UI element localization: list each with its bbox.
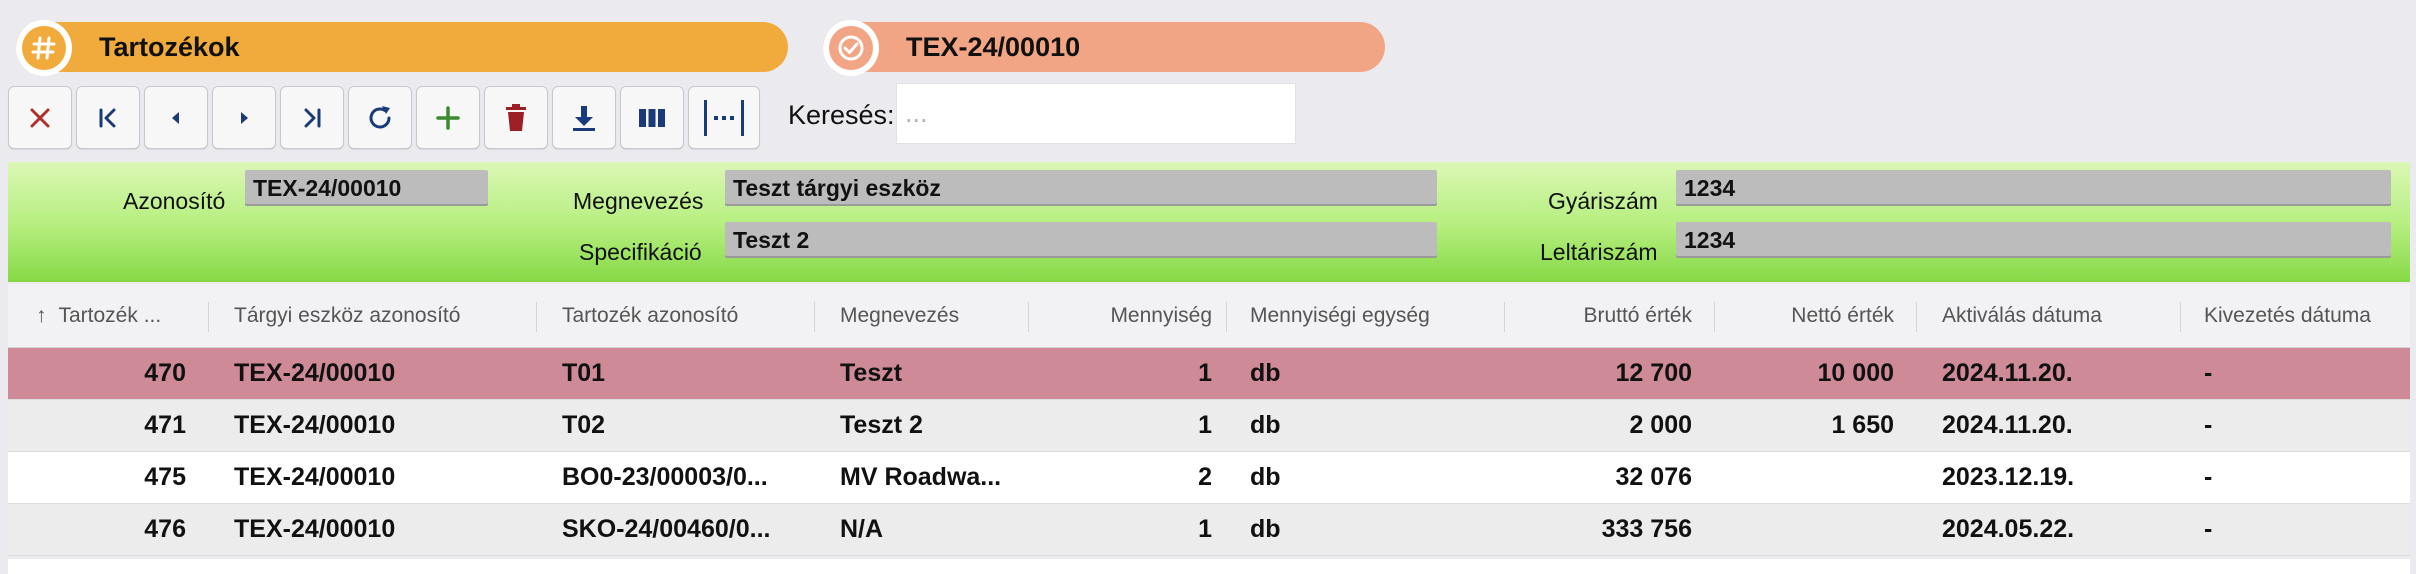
previous-record-button[interactable] bbox=[144, 86, 208, 149]
sort-ascending-icon: ↑ bbox=[36, 303, 47, 327]
leltariszam-label: Leltáriszám bbox=[1540, 239, 1658, 265]
table-row[interactable]: 475 TEX-24/00010 BO0-23/00003/0... MV Ro… bbox=[8, 452, 2410, 504]
previous-record-icon bbox=[172, 111, 179, 124]
accessories-table: ↑ Tartozék ... Tárgyi eszköz azonosító T… bbox=[8, 284, 2410, 556]
specifikacio-label: Specifikáció bbox=[579, 239, 702, 265]
azonosito-label: Azonosító bbox=[123, 188, 226, 214]
gyariszam-label: Gyáriszám bbox=[1548, 188, 1658, 214]
refresh-button[interactable] bbox=[348, 86, 412, 149]
download-icon bbox=[573, 105, 595, 131]
refresh-icon bbox=[369, 105, 391, 128]
first-record-button[interactable] bbox=[76, 86, 140, 149]
column-header-targyi-eszkoz[interactable]: Tárgyi eszköz azonosító bbox=[234, 284, 460, 347]
check-badge-icon bbox=[823, 20, 879, 76]
table-row[interactable]: 476 TEX-24/00010 SKO-24/00460/0... N/A 1… bbox=[8, 504, 2410, 556]
search-label: Keresés: bbox=[788, 100, 895, 130]
column-header-mennyiseg[interactable]: Mennyiség bbox=[1028, 284, 1212, 347]
column-header-tartozek-azonosito[interactable]: Tartozék azonosító bbox=[562, 284, 738, 347]
close-button[interactable] bbox=[8, 86, 72, 149]
fit-width-icon bbox=[704, 99, 744, 136]
add-button[interactable] bbox=[416, 86, 480, 149]
column-header-mennyisegi-egyseg[interactable]: Mennyiségi egység bbox=[1250, 284, 1430, 347]
last-record-button[interactable] bbox=[280, 86, 344, 149]
record-header: TEX-24/00010 bbox=[823, 20, 1385, 76]
gyariszam-field[interactable]: 1234 bbox=[1676, 170, 2391, 206]
module-title: Tartozékok bbox=[99, 31, 240, 62]
search-input[interactable] bbox=[896, 83, 1296, 144]
columns-button[interactable] bbox=[620, 86, 684, 149]
column-header-aktivalas-datuma[interactable]: Aktiválás dátuma bbox=[1942, 284, 2102, 347]
close-icon bbox=[30, 108, 50, 127]
azonosito-field[interactable]: TEX-24/00010 bbox=[245, 170, 488, 206]
delete-icon bbox=[506, 103, 526, 131]
download-button[interactable] bbox=[552, 86, 616, 149]
hash-icon bbox=[16, 20, 72, 76]
record-form-panel: Azonosító TEX-24/00010 Megnevezés Teszt … bbox=[8, 162, 2410, 282]
column-header-netto-ertek[interactable]: Nettó érték bbox=[1714, 284, 1894, 347]
table-row[interactable]: 470 TEX-24/00010 T01 Teszt 1 db 12 700 1… bbox=[8, 348, 2410, 400]
module-header: Tartozékok bbox=[16, 20, 788, 76]
column-header-kivezetes-datuma[interactable]: Kivezetés dátuma bbox=[2204, 284, 2371, 347]
table-row[interactable]: 471 TEX-24/00010 T02 Teszt 2 1 db 2 000 … bbox=[8, 400, 2410, 452]
delete-button[interactable] bbox=[484, 86, 548, 149]
columns-icon bbox=[639, 108, 665, 127]
grid-empty-area bbox=[8, 559, 2410, 574]
column-header-megnevezes[interactable]: Megnevezés bbox=[840, 284, 959, 347]
next-record-button[interactable] bbox=[212, 86, 276, 149]
megnevezes-label: Megnevezés bbox=[573, 188, 704, 214]
column-header-tartozek-id[interactable]: ↑ Tartozék ... bbox=[36, 284, 161, 347]
table-header: ↑ Tartozék ... Tárgyi eszköz azonosító T… bbox=[8, 284, 2410, 348]
first-record-icon bbox=[99, 108, 116, 127]
record-title: TEX-24/00010 bbox=[906, 31, 1081, 62]
leltariszam-field[interactable]: 1234 bbox=[1676, 222, 2391, 258]
megnevezes-field[interactable]: Teszt tárgyi eszköz bbox=[725, 170, 1437, 206]
toolbar bbox=[8, 86, 760, 149]
add-icon bbox=[436, 105, 460, 130]
last-record-icon bbox=[304, 108, 321, 127]
fit-width-button[interactable] bbox=[688, 86, 760, 149]
column-header-brutto-ertek[interactable]: Bruttó érték bbox=[1504, 284, 1692, 347]
next-record-icon bbox=[241, 111, 248, 124]
specifikacio-field[interactable]: Teszt 2 bbox=[725, 222, 1437, 258]
